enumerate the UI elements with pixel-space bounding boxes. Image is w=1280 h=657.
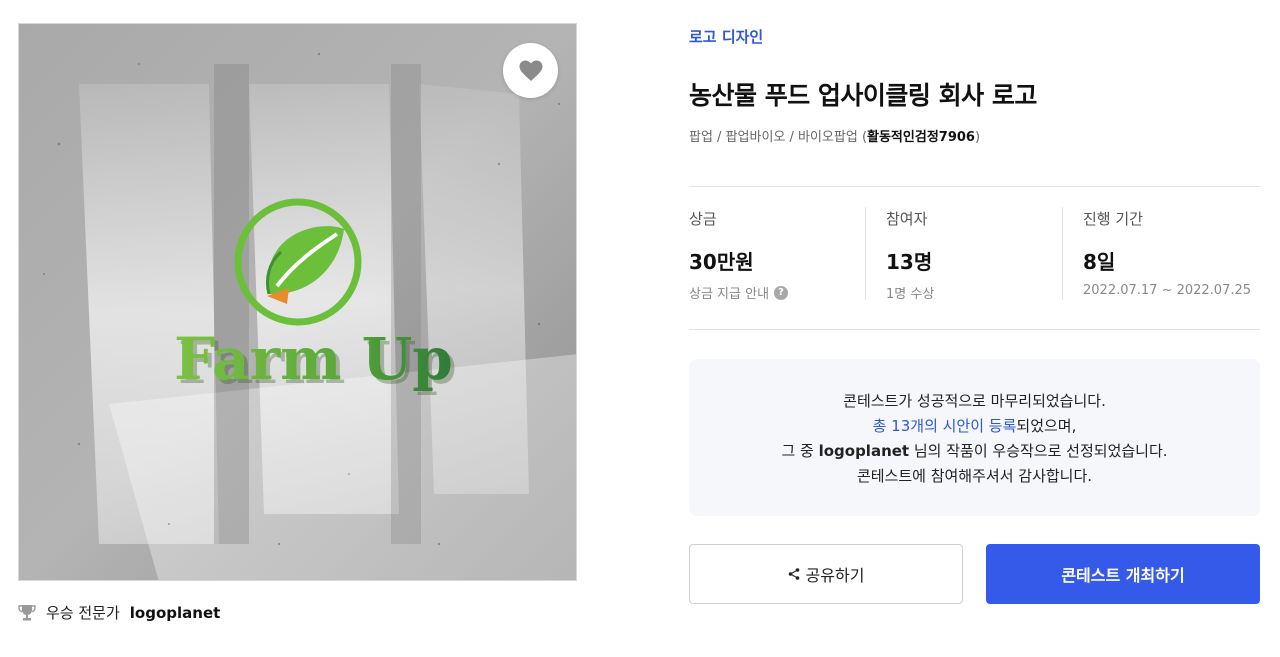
notice-line-1: 콘테스트가 성공적으로 마무리되었습니다. <box>843 392 1106 410</box>
share-label: 공유하기 <box>805 566 865 585</box>
prize-value: 30만원 <box>689 250 754 274</box>
heart-icon <box>519 60 542 81</box>
contest-tags: 팝업 / 팝업바이오 / 바이오팝업 (활동적인검정7906) <box>689 126 980 145</box>
prize-guide-label: 상금 지급 안내 <box>689 287 770 302</box>
winner-name[interactable]: logoplanet <box>130 604 221 622</box>
tags-text: 팝업 / 팝업바이오 / 바이오팝업 ( <box>689 130 868 145</box>
farm-up-logo-mockup: Farm Up Farm Up <box>19 24 576 580</box>
entries-link[interactable]: 총 13개의 시안이 등록 <box>873 417 1017 435</box>
stat-prize: 상금 30만원 상금 지급 안내 ? <box>689 208 869 302</box>
participants-sub: 1명 수상 <box>886 287 935 302</box>
contest-hero-image: Farm Up Farm Up <box>18 23 577 581</box>
notice-line-4: 콘테스트에 참여해주셔서 감사합니다. <box>856 467 1093 485</box>
contest-title: 농산물 푸드 업사이클링 회사 로고 <box>689 81 1037 110</box>
prize-label: 상금 <box>689 210 717 228</box>
period-dates: 2022.07.17 ~ 2022.07.25 <box>1083 283 1252 298</box>
notice-line-3: 그 중 logoplanet 님의 작품이 우승작으로 선정되었습니다. <box>781 442 1168 460</box>
stat-separator <box>865 207 866 300</box>
share-icon <box>788 568 799 580</box>
tags-close: ) <box>974 130 981 145</box>
stat-period: 진행 기간 8일 2022.07.17 ~ 2022.07.25 <box>1083 208 1263 298</box>
participants-label: 참여자 <box>886 210 928 228</box>
share-button[interactable]: 공유하기 <box>689 544 963 604</box>
stat-participants: 참여자 13명 1명 수상 <box>886 208 1066 302</box>
contest-owner[interactable]: 활동적인검정7906 <box>867 130 975 145</box>
period-value: 8일 <box>1083 250 1116 274</box>
divider-bottom <box>689 329 1260 330</box>
stat-separator <box>1062 207 1063 300</box>
contest-result-notice: 콘테스트가 성공적으로 마무리되었습니다. 총 13개의 시안이 등록되었으며,… <box>689 359 1260 516</box>
prize-guide-link[interactable]: 상금 지급 안내 ? <box>689 283 869 302</box>
favorite-button[interactable] <box>503 43 558 98</box>
notice-winner-name: logoplanet <box>818 442 910 460</box>
notice-line-2: 총 13개의 시안이 등록되었으며, <box>872 417 1077 435</box>
contest-category[interactable]: 로고 디자인 <box>689 26 763 47</box>
winner-label: 우승 전문가 <box>46 604 120 622</box>
hero-logo-text: Farm Up <box>174 325 453 393</box>
period-label: 진행 기간 <box>1083 210 1143 228</box>
participants-value: 13명 <box>886 250 933 274</box>
trophy-icon <box>18 604 36 620</box>
help-icon[interactable]: ? <box>774 285 789 300</box>
divider-top <box>689 186 1260 187</box>
winner-info: 우승 전문가 logoplanet <box>18 602 220 623</box>
host-contest-button[interactable]: 콘테스트 개최하기 <box>986 544 1260 604</box>
